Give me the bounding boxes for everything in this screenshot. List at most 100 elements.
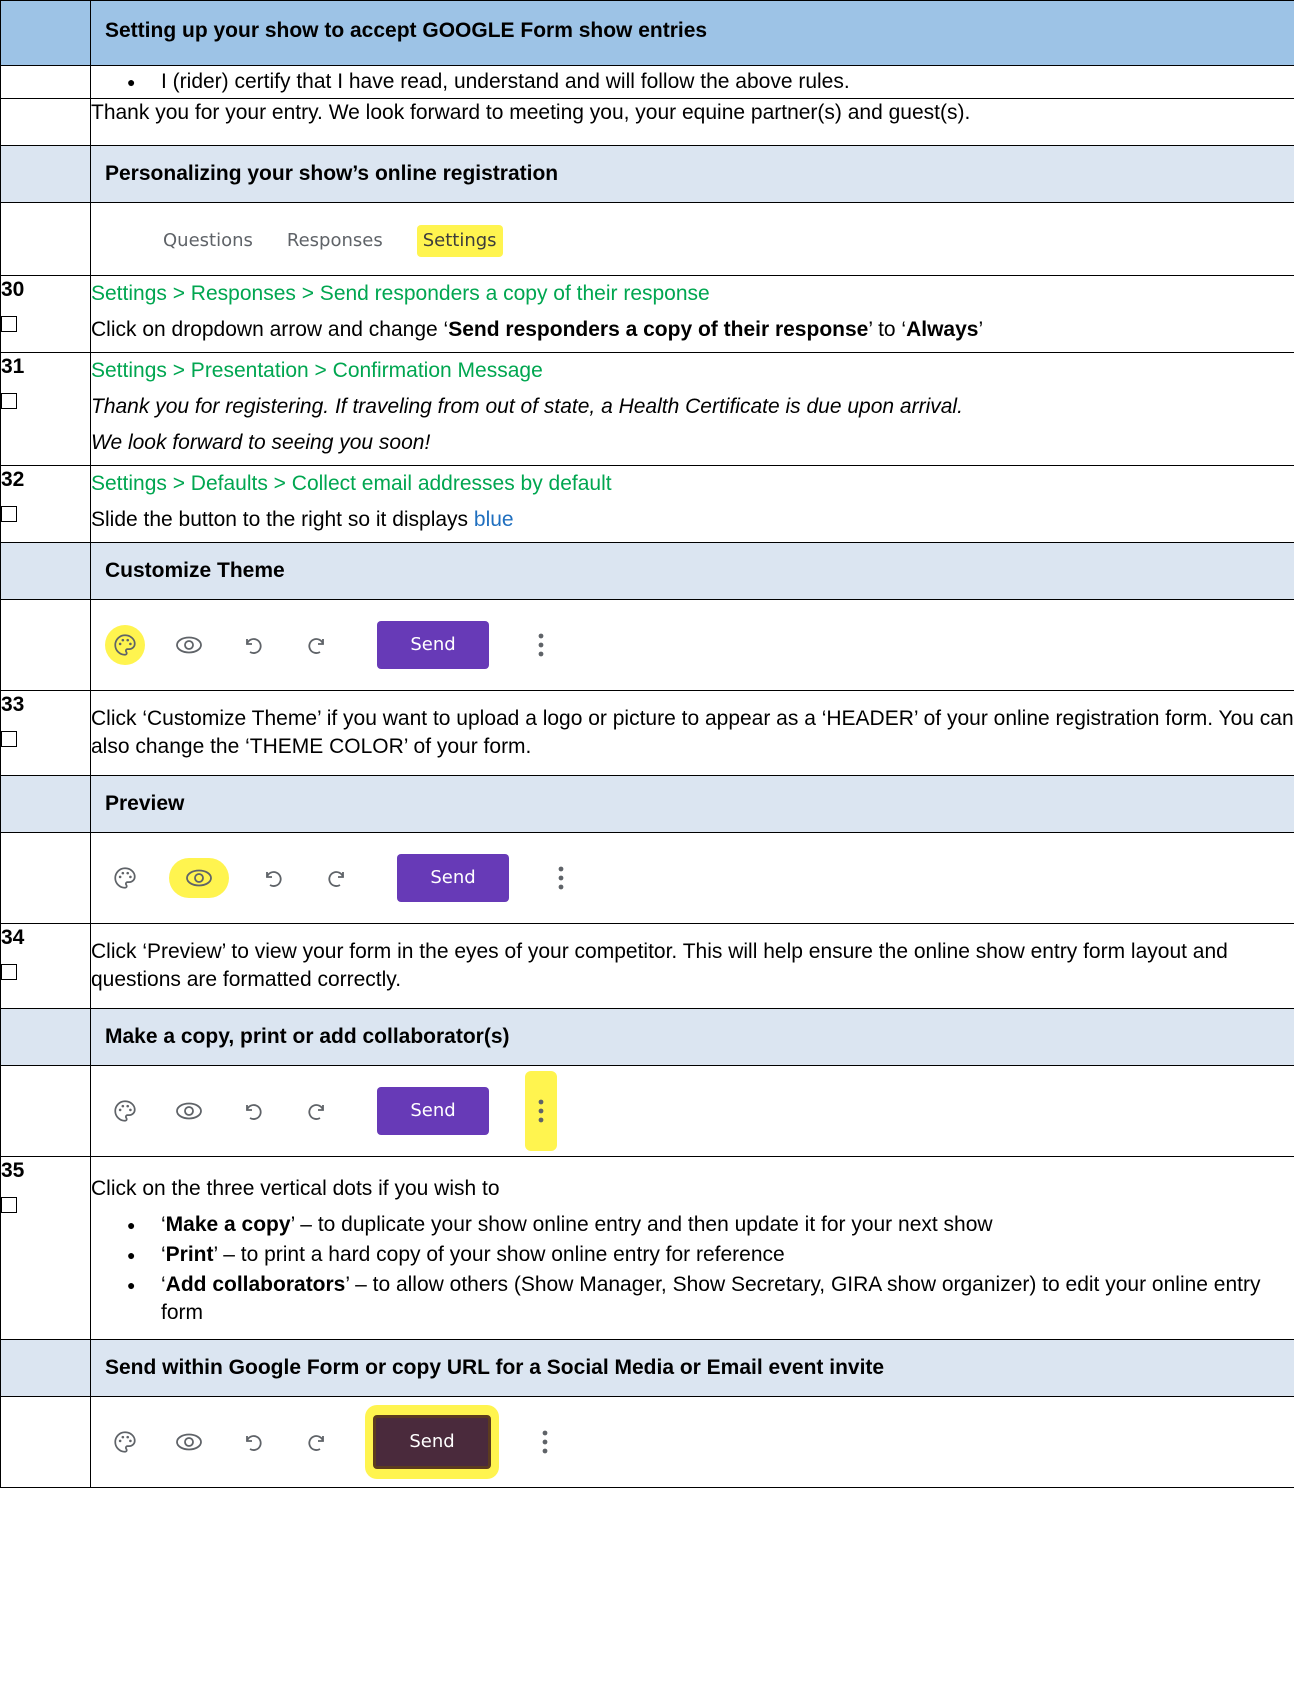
number-cell [0, 98, 91, 146]
palette-icon[interactable] [105, 625, 145, 665]
list-item: ‘Print’ – to print a hard copy of your s… [127, 1241, 1294, 1269]
undo-icon[interactable] [233, 1422, 273, 1462]
more-vert-icon[interactable] [545, 848, 577, 908]
palette-icon[interactable] [105, 1422, 145, 1462]
confirmation-line-2: We look forward to seeing you soon! [91, 431, 431, 454]
checkbox[interactable] [1, 506, 17, 522]
bullet-list: ‘Make a copy’ – to duplicate your show o… [91, 1211, 1294, 1327]
send-button[interactable]: Send [377, 1087, 489, 1135]
number-cell [0, 775, 91, 833]
list-item: ‘Make a copy’ – to duplicate your show o… [127, 1211, 1294, 1239]
step-32: 32 Settings > Defaults > Collect email a… [0, 465, 1294, 543]
step-number: 33 [1, 693, 25, 716]
settings-path: Settings > Defaults > Collect email addr… [91, 472, 612, 495]
settings-path: Settings > Presentation > Confirmation M… [91, 359, 543, 382]
form-toolbar: Send [91, 600, 1294, 690]
list-item: I (rider) certify that I have read, unde… [127, 68, 1294, 96]
step-34: 34 Click ‘Preview’ to view your form in … [0, 923, 1294, 1009]
tabs-row: Questions Responses Settings [0, 202, 1294, 276]
toolbar-row-theme: Send [0, 599, 1294, 691]
redo-icon[interactable] [317, 858, 357, 898]
form-tabs: Questions Responses Settings [91, 203, 1294, 275]
send-button[interactable]: Send [373, 1415, 491, 1469]
step-number: 30 [1, 278, 25, 301]
step-instruction: Slide the button to the right so it disp… [91, 508, 514, 531]
checkbox[interactable] [1, 964, 17, 980]
send-highlight: Send [365, 1405, 499, 1479]
eye-icon[interactable] [169, 1091, 209, 1131]
number-cell [0, 145, 91, 203]
section-title: Make a copy, print or add collaborator(s… [90, 1008, 1294, 1066]
section-header-theme: Customize Theme [0, 542, 1294, 600]
number-cell [0, 65, 91, 99]
form-toolbar: Send [91, 1066, 1294, 1156]
thanks-row: Thank you for your entry. We look forwar… [0, 98, 1294, 146]
number-cell [0, 1008, 91, 1066]
undo-icon[interactable] [253, 858, 293, 898]
toolbar-row-send: Send [0, 1396, 1294, 1488]
list-item: ‘Add collaborators’ – to allow others (S… [127, 1271, 1294, 1327]
number-cell [0, 599, 91, 691]
toolbar-row-copy: Send [0, 1065, 1294, 1157]
section-title: Customize Theme [90, 542, 1294, 600]
number-cell [0, 832, 91, 924]
section-header-copy: Make a copy, print or add collaborator(s… [0, 1008, 1294, 1066]
instructions-table: Setting up your show to accept GOOGLE Fo… [0, 0, 1294, 1488]
number-cell [0, 1339, 91, 1397]
send-button[interactable]: Send [397, 854, 509, 902]
tab-questions[interactable]: Questions [163, 227, 253, 255]
undo-icon[interactable] [233, 625, 273, 665]
step-31: 31 Settings > Presentation > Confirmatio… [0, 352, 1294, 466]
step-instruction: Click on the three vertical dots if you … [91, 1177, 500, 1200]
step-33: 33 Click ‘Customize Theme’ if you want t… [0, 690, 1294, 776]
section-header-preview: Preview [0, 775, 1294, 833]
eye-icon[interactable] [169, 1422, 209, 1462]
form-toolbar: Send [91, 833, 1294, 923]
send-button[interactable]: Send [377, 621, 489, 669]
number-cell [0, 1065, 91, 1157]
section-title: Personalizing your show’s online registr… [90, 145, 1294, 203]
eye-icon[interactable] [169, 625, 209, 665]
number-cell [0, 0, 91, 66]
more-vert-icon[interactable] [525, 615, 557, 675]
step-number: 34 [1, 926, 25, 949]
redo-icon[interactable] [297, 1422, 337, 1462]
checkbox[interactable] [1, 731, 17, 747]
step-number: 31 [1, 355, 25, 378]
toolbar-row-preview: Send [0, 832, 1294, 924]
section-title: Preview [90, 775, 1294, 833]
redo-icon[interactable] [297, 625, 337, 665]
undo-icon[interactable] [233, 1091, 273, 1131]
step-instruction: Click ‘Customize Theme’ if you want to u… [90, 690, 1294, 776]
tab-responses[interactable]: Responses [287, 227, 383, 255]
number-cell [0, 1396, 91, 1488]
step-number: 32 [1, 468, 25, 491]
checkbox[interactable] [1, 1197, 17, 1213]
section-header-send: Send within Google Form or copy URL for … [0, 1339, 1294, 1397]
number-cell [0, 542, 91, 600]
confirmation-line-1: Thank you for registering. If traveling … [91, 395, 963, 418]
more-vert-icon[interactable] [529, 1412, 561, 1472]
section-title: Setting up your show to accept GOOGLE Fo… [90, 0, 1294, 66]
eye-icon[interactable] [169, 858, 229, 898]
step-instruction: Click on dropdown arrow and change ‘Send… [91, 318, 984, 341]
section-title: Send within Google Form or copy URL for … [90, 1339, 1294, 1397]
certify-row: I (rider) certify that I have read, unde… [0, 65, 1294, 99]
section-header-personalize: Personalizing your show’s online registr… [0, 145, 1294, 203]
redo-icon[interactable] [297, 1091, 337, 1131]
step-30: 30 Settings > Responses > Send responder… [0, 275, 1294, 353]
checkbox[interactable] [1, 316, 17, 332]
step-35: 35 Click on the three vertical dots if y… [0, 1156, 1294, 1340]
tab-settings[interactable]: Settings [416, 225, 503, 257]
thanks-text: Thank you for your entry. We look forwar… [90, 98, 1294, 146]
palette-icon[interactable] [105, 1091, 145, 1131]
step-instruction: Click ‘Preview’ to view your form in the… [90, 923, 1294, 1009]
section-header-setup: Setting up your show to accept GOOGLE Fo… [0, 0, 1294, 66]
bullet-list: I (rider) certify that I have read, unde… [91, 68, 1294, 96]
form-toolbar: Send [91, 1397, 1294, 1487]
step-number: 35 [1, 1159, 25, 1182]
palette-icon[interactable] [105, 858, 145, 898]
checkbox[interactable] [1, 393, 17, 409]
more-vert-icon[interactable] [525, 1071, 557, 1151]
settings-path: Settings > Responses > Send responders a… [91, 282, 710, 305]
